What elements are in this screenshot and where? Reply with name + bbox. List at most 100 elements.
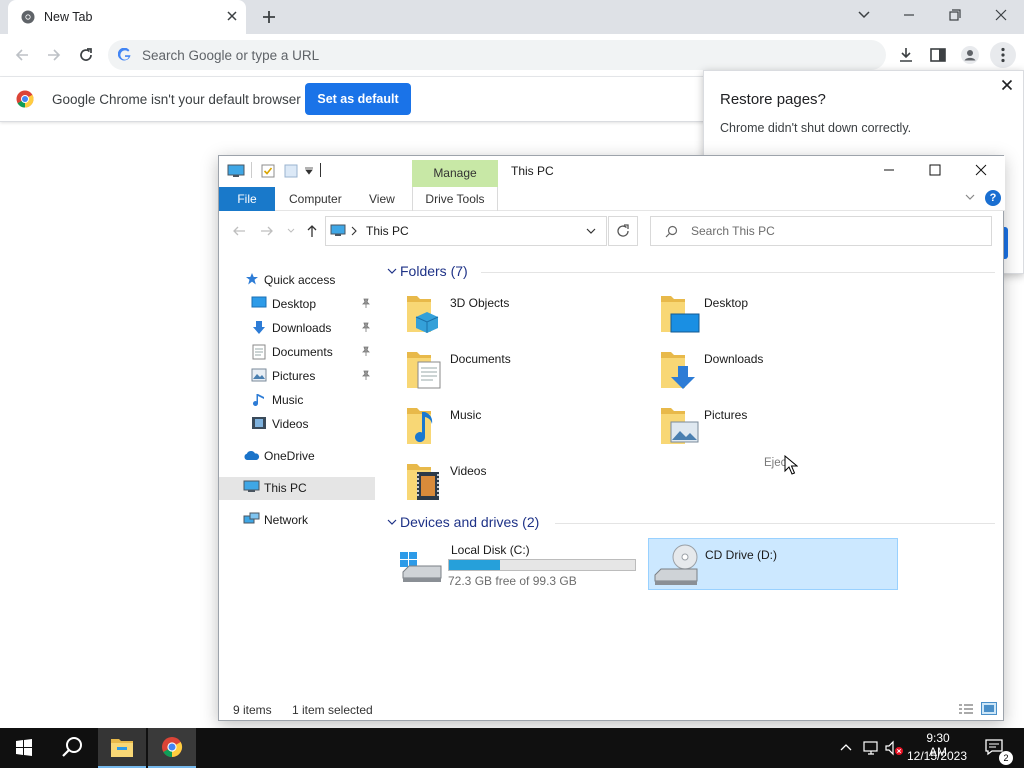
nav-forward-icon[interactable] xyxy=(259,223,275,239)
pin-icon xyxy=(361,370,371,380)
google-g-icon xyxy=(118,48,132,62)
nav-label: Desktop xyxy=(272,297,317,311)
address-text[interactable]: This PC xyxy=(366,224,409,238)
address-dropdown-icon[interactable] xyxy=(586,228,596,235)
search-input[interactable]: Search This PC xyxy=(650,216,992,246)
folders-group-chevron-icon[interactable] xyxy=(387,268,397,275)
folder-label: Documents xyxy=(450,352,511,366)
folder-label: Videos xyxy=(450,464,487,478)
nav-item-music[interactable]: Music xyxy=(219,389,375,412)
chrome-favicon-icon xyxy=(21,10,35,24)
this-pc-nav-icon xyxy=(243,480,260,494)
manage-contextual-tab[interactable]: Manage xyxy=(412,160,498,187)
explorer-minimize-icon[interactable] xyxy=(879,162,899,178)
restore-icon[interactable] xyxy=(944,6,966,24)
profile-avatar-icon[interactable] xyxy=(960,45,980,65)
nav-item-videos[interactable]: Videos xyxy=(219,413,375,436)
mouse-cursor-icon xyxy=(784,455,798,475)
nav-label: Downloads xyxy=(272,321,332,335)
nav-item-pictures[interactable]: Pictures xyxy=(219,365,375,388)
taskbar-file-explorer-icon[interactable] xyxy=(98,728,146,768)
devices-group-header[interactable]: Devices and drives (2) xyxy=(400,514,539,530)
restore-message: Chrome didn't shut down correctly. xyxy=(720,121,912,135)
nav-item-this-pc[interactable]: This PC xyxy=(219,477,375,500)
folder-label: 3D Objects xyxy=(450,296,510,310)
tab-drive-tools[interactable]: Drive Tools xyxy=(412,187,498,211)
folder-label: Pictures xyxy=(704,408,748,422)
qat-dropdown-icon[interactable] xyxy=(305,167,313,175)
forward-arrow-icon[interactable] xyxy=(45,46,63,64)
taskbar-search-icon[interactable] xyxy=(48,728,96,768)
drive-cd-d[interactable]: CD Drive (D:) xyxy=(648,538,898,590)
status-bar: 9 items 1 item selected xyxy=(219,698,1005,722)
minimize-icon[interactable] xyxy=(898,6,920,24)
network-tray-icon[interactable] xyxy=(862,740,880,756)
group-divider xyxy=(481,272,995,273)
side-panel-icon[interactable] xyxy=(929,46,947,64)
download-icon[interactable] xyxy=(897,46,915,64)
clock-date[interactable]: 12/15/2023 xyxy=(897,749,977,763)
nav-item-network[interactable]: Network xyxy=(219,509,375,532)
folder-music[interactable]: Music xyxy=(405,402,645,454)
nav-back-icon[interactable] xyxy=(231,223,247,239)
close-bubble-icon[interactable] xyxy=(1001,79,1013,91)
omnibox[interactable]: Search Google or type a URL xyxy=(108,40,886,70)
refresh-button[interactable] xyxy=(608,216,638,246)
tab-close-icon[interactable] xyxy=(226,10,238,22)
new-folder-icon[interactable] xyxy=(284,164,298,178)
up-arrow-icon[interactable] xyxy=(304,223,320,239)
music-folder-icon xyxy=(407,408,433,444)
nav-item-desktop[interactable]: Desktop xyxy=(219,293,375,316)
tab-view[interactable]: View xyxy=(369,192,395,206)
downloads-folder-icon xyxy=(661,352,695,389)
folder-3d-objects[interactable]: 3D Objects xyxy=(405,290,645,342)
nav-item-documents[interactable]: Documents xyxy=(219,341,375,364)
reload-icon[interactable] xyxy=(77,46,95,64)
taskbar-chrome-icon[interactable] xyxy=(148,728,196,768)
folder-videos[interactable]: Videos xyxy=(405,458,645,510)
breadcrumb-chevron-icon[interactable] xyxy=(351,226,357,236)
tab-file[interactable]: File xyxy=(219,187,275,211)
address-bar[interactable]: This PC xyxy=(325,216,607,246)
properties-icon[interactable] xyxy=(261,164,275,178)
folder-pictures[interactable]: Pictures xyxy=(659,402,899,454)
folder-desktop[interactable]: Desktop xyxy=(659,290,899,342)
folders-group-header[interactable]: Folders (7) xyxy=(400,263,468,279)
folder-downloads[interactable]: Downloads xyxy=(659,346,899,398)
3d-objects-folder-icon xyxy=(407,296,439,333)
back-arrow-icon[interactable] xyxy=(13,46,31,64)
set-as-default-button[interactable]: Set as default xyxy=(305,83,411,115)
tab-computer[interactable]: Computer xyxy=(289,192,342,206)
notification-count-badge: 2 xyxy=(999,751,1013,765)
details-view-icon[interactable] xyxy=(958,703,974,715)
nav-item-onedrive[interactable]: OneDrive xyxy=(219,445,375,468)
large-icons-view-icon[interactable] xyxy=(981,702,997,715)
taskbar: 9:30 AM 12/15/2023 2 xyxy=(0,728,1024,768)
start-windows-icon[interactable] xyxy=(0,728,48,768)
tab-new-tab[interactable]: New Tab xyxy=(8,0,246,34)
nav-item-quick-access[interactable]: Quick access xyxy=(219,269,375,292)
nav-label: Network xyxy=(264,513,309,527)
chrome-menu-icon[interactable] xyxy=(990,42,1016,68)
nav-item-downloads[interactable]: Downloads xyxy=(219,317,375,340)
chrome-logo-icon xyxy=(16,90,34,108)
drive-d-name: CD Drive (D:) xyxy=(705,548,777,562)
devices-group-chevron-icon[interactable] xyxy=(387,519,397,526)
search-placeholder: Search This PC xyxy=(691,224,775,238)
help-icon[interactable]: ? xyxy=(985,190,1001,206)
window-title: This PC xyxy=(511,164,554,178)
file-explorer-window: Manage This PC File Computer View Drive … xyxy=(218,155,1005,722)
explorer-close-icon[interactable] xyxy=(971,162,991,178)
ribbon-expand-chevron-icon[interactable] xyxy=(965,193,975,201)
local-disk-icon xyxy=(400,552,442,582)
new-tab-plus-icon[interactable] xyxy=(260,8,278,26)
drive-c-free-space: 72.3 GB free of 99.3 GB xyxy=(448,574,577,588)
folder-documents[interactable]: Documents xyxy=(405,346,645,398)
explorer-maximize-icon[interactable] xyxy=(925,162,945,178)
tab-search-chevron-icon[interactable] xyxy=(853,6,875,24)
tray-overflow-chevron-icon[interactable] xyxy=(839,742,853,752)
close-window-icon[interactable] xyxy=(990,6,1012,24)
recent-locations-chevron-icon[interactable] xyxy=(287,228,295,234)
drive-local-disk-c[interactable]: Local Disk (C:) 72.3 GB free of 99.3 GB xyxy=(399,540,639,590)
disk-usage-bar xyxy=(448,559,636,571)
